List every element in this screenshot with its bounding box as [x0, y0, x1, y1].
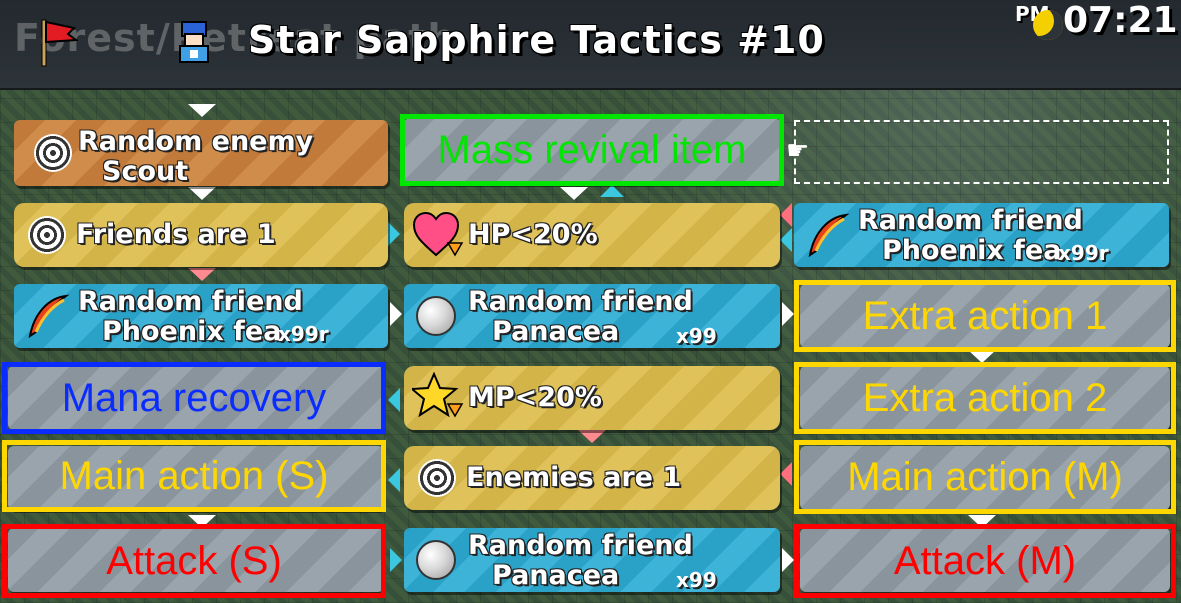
card-line1: Random friend	[78, 286, 303, 317]
gambit-card-enemies-are-1[interactable]: Enemies are 1	[404, 446, 780, 510]
annotation-mana-recovery: Mana recovery	[2, 362, 386, 434]
card-line1: Random friend	[468, 286, 693, 317]
card-line1: HP<20%	[468, 219, 598, 250]
annotation-extra-action-1: Extra action 1	[794, 280, 1176, 352]
empty-gambit-slot[interactable]	[794, 120, 1169, 184]
flow-arrow-up	[600, 185, 624, 197]
annotation-attack-s: Attack (S)	[2, 524, 386, 598]
card-line2: Scout	[102, 156, 189, 186]
flow-arrow-right	[390, 548, 402, 572]
flow-arrow-right	[782, 548, 794, 572]
card-line2: Phoenix fea	[102, 316, 282, 347]
item-count: x99	[676, 568, 717, 592]
clock: PM 07:21	[1015, 0, 1178, 50]
item-count: x99r	[278, 322, 329, 346]
annotation-main-action-s: Main action (S)	[2, 440, 386, 512]
card-line1: Enemies are 1	[466, 462, 682, 493]
hand-pointer-icon: ☛	[786, 136, 810, 166]
flow-arrow-left	[388, 468, 400, 492]
gambit-card-target-scout[interactable]: Random enemy Scout	[14, 120, 388, 186]
target-icon	[418, 459, 456, 497]
annotation-mass-revival: Mass revival item	[400, 114, 784, 186]
gambit-card-panacea[interactable]: Random friend Panacea x99	[404, 284, 780, 348]
item-count: x99r	[1058, 241, 1109, 265]
phoenix-feather-icon	[28, 294, 70, 339]
flow-arrow-down	[578, 430, 606, 443]
heart-icon	[412, 211, 464, 257]
phoenix-feather-icon	[808, 213, 850, 258]
page-title: Star Sapphire Tactics #10	[248, 18, 825, 62]
target-icon	[34, 134, 72, 172]
flow-arrow-down	[560, 187, 588, 200]
panacea-icon	[416, 296, 456, 336]
flow-arrow-right	[390, 302, 402, 326]
gambit-card-phoenix-feather-2[interactable]: Random friend Phoenix fea x99r	[794, 203, 1169, 267]
card-line1: MP<20%	[468, 382, 602, 413]
panacea-icon	[416, 540, 456, 580]
gambit-card-hp-condition[interactable]: HP<20%	[404, 203, 780, 267]
annotation-extra-action-2: Extra action 2	[794, 362, 1176, 434]
card-line1: Random friend	[858, 205, 1083, 236]
flow-arrow-down	[188, 104, 216, 117]
gambit-card-phoenix-feather[interactable]: Random friend Phoenix fea x99r	[14, 284, 388, 348]
flow-arrow-left	[780, 228, 792, 252]
annotation-attack-m: Attack (M)	[794, 524, 1176, 598]
flow-arrow-left	[388, 388, 400, 412]
flag-icon	[41, 19, 78, 67]
annotation-main-action-m: Main action (M)	[794, 440, 1176, 514]
star-icon	[412, 372, 464, 418]
flow-arrow-down	[188, 187, 216, 200]
flow-arrow-down	[188, 268, 216, 281]
gambit-card-mp-condition[interactable]: MP<20%	[404, 366, 780, 430]
flow-arrow-left	[780, 462, 792, 486]
card-line1: Random friend	[468, 530, 693, 561]
item-count: x99	[676, 324, 717, 348]
character-portrait-icon	[179, 21, 209, 63]
card-line2: Panacea	[492, 316, 620, 347]
card-line1: Random enemy	[78, 126, 314, 157]
moon-icon	[1033, 10, 1063, 40]
target-icon	[28, 216, 66, 254]
flow-arrow-left	[780, 203, 792, 227]
flow-arrow-right	[782, 302, 794, 326]
flow-arrow-right	[388, 222, 400, 246]
gambit-card-friends-are-1[interactable]: Friends are 1	[14, 203, 388, 267]
gambit-card-panacea-2[interactable]: Random friend Panacea x99	[404, 528, 780, 592]
card-line1: Friends are 1	[76, 219, 276, 250]
clock-time: 07:21	[1063, 0, 1178, 41]
card-line2: Panacea	[492, 560, 620, 591]
title-bar: Forest/Retreat path Star Sapphire Tactic…	[0, 0, 1181, 90]
card-line2: Phoenix fea	[882, 235, 1062, 266]
